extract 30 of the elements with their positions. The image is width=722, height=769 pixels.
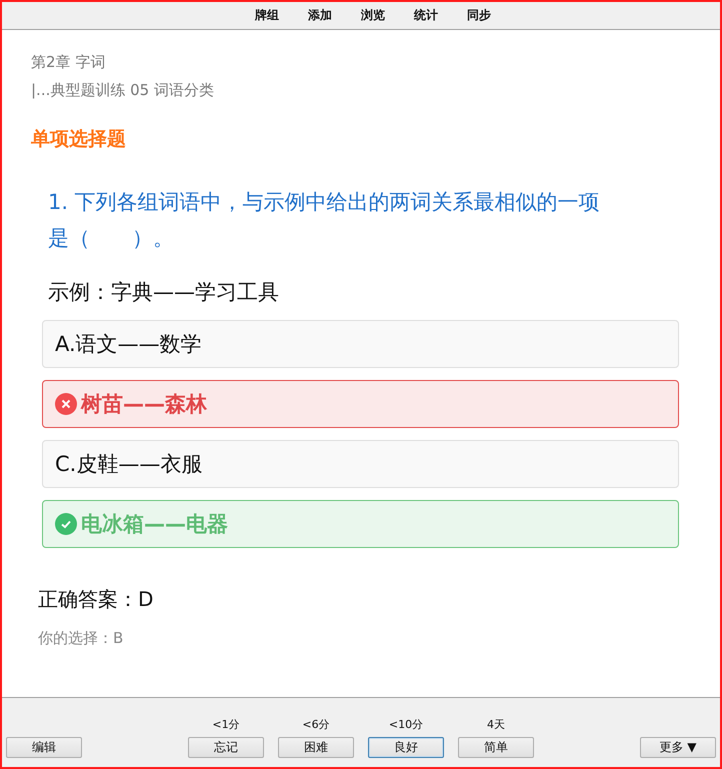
breadcrumb-text: 第2章 字词	[31, 52, 106, 73]
ease-button[interactable]: 良好	[368, 737, 444, 758]
answer-option[interactable]: A.语文——数学	[42, 320, 679, 368]
edit-button[interactable]: 编辑	[6, 737, 82, 758]
check-icon	[55, 513, 77, 535]
menu-item[interactable]: 同步	[467, 7, 491, 24]
ease-button[interactable]: 忘记	[188, 737, 264, 758]
correct-answer-text: 正确答案：D	[38, 586, 154, 613]
example-text: 示例：字典——学习工具	[48, 279, 280, 306]
question-text: 1. 下列各组词语中，与示例中给出的两词关系最相似的一项是（ ）。	[48, 189, 601, 252]
menu-item[interactable]: 统计	[414, 7, 438, 24]
ease-button[interactable]: 困难	[278, 737, 354, 758]
section-title: 单项选择题	[31, 127, 127, 152]
option-text: 电冰箱——电器	[81, 511, 228, 538]
answer-option[interactable]: C.皮鞋——衣服	[42, 440, 679, 488]
breadcrumb-text: |...典型题训练 05 词语分类	[31, 80, 215, 101]
menu-item[interactable]: 浏览	[361, 7, 385, 24]
interval-label: <1分	[212, 717, 240, 732]
interval-label: <10分	[388, 717, 424, 732]
interval-label: 4天	[487, 717, 505, 732]
menu-item[interactable]: 牌组	[255, 7, 279, 24]
option-text: C.皮鞋——衣服	[55, 451, 202, 478]
your-choice-text: 你的选择：B	[38, 629, 124, 648]
option-text: 树苗——森林	[81, 391, 207, 418]
more-button[interactable]: 更多 ▼	[640, 737, 716, 758]
menu-item[interactable]: 添加	[308, 7, 332, 24]
ease-button[interactable]: 简单	[458, 737, 534, 758]
option-text: A.语文——数学	[55, 331, 202, 358]
interval-label: <6分	[302, 717, 330, 732]
close-icon	[55, 393, 77, 415]
